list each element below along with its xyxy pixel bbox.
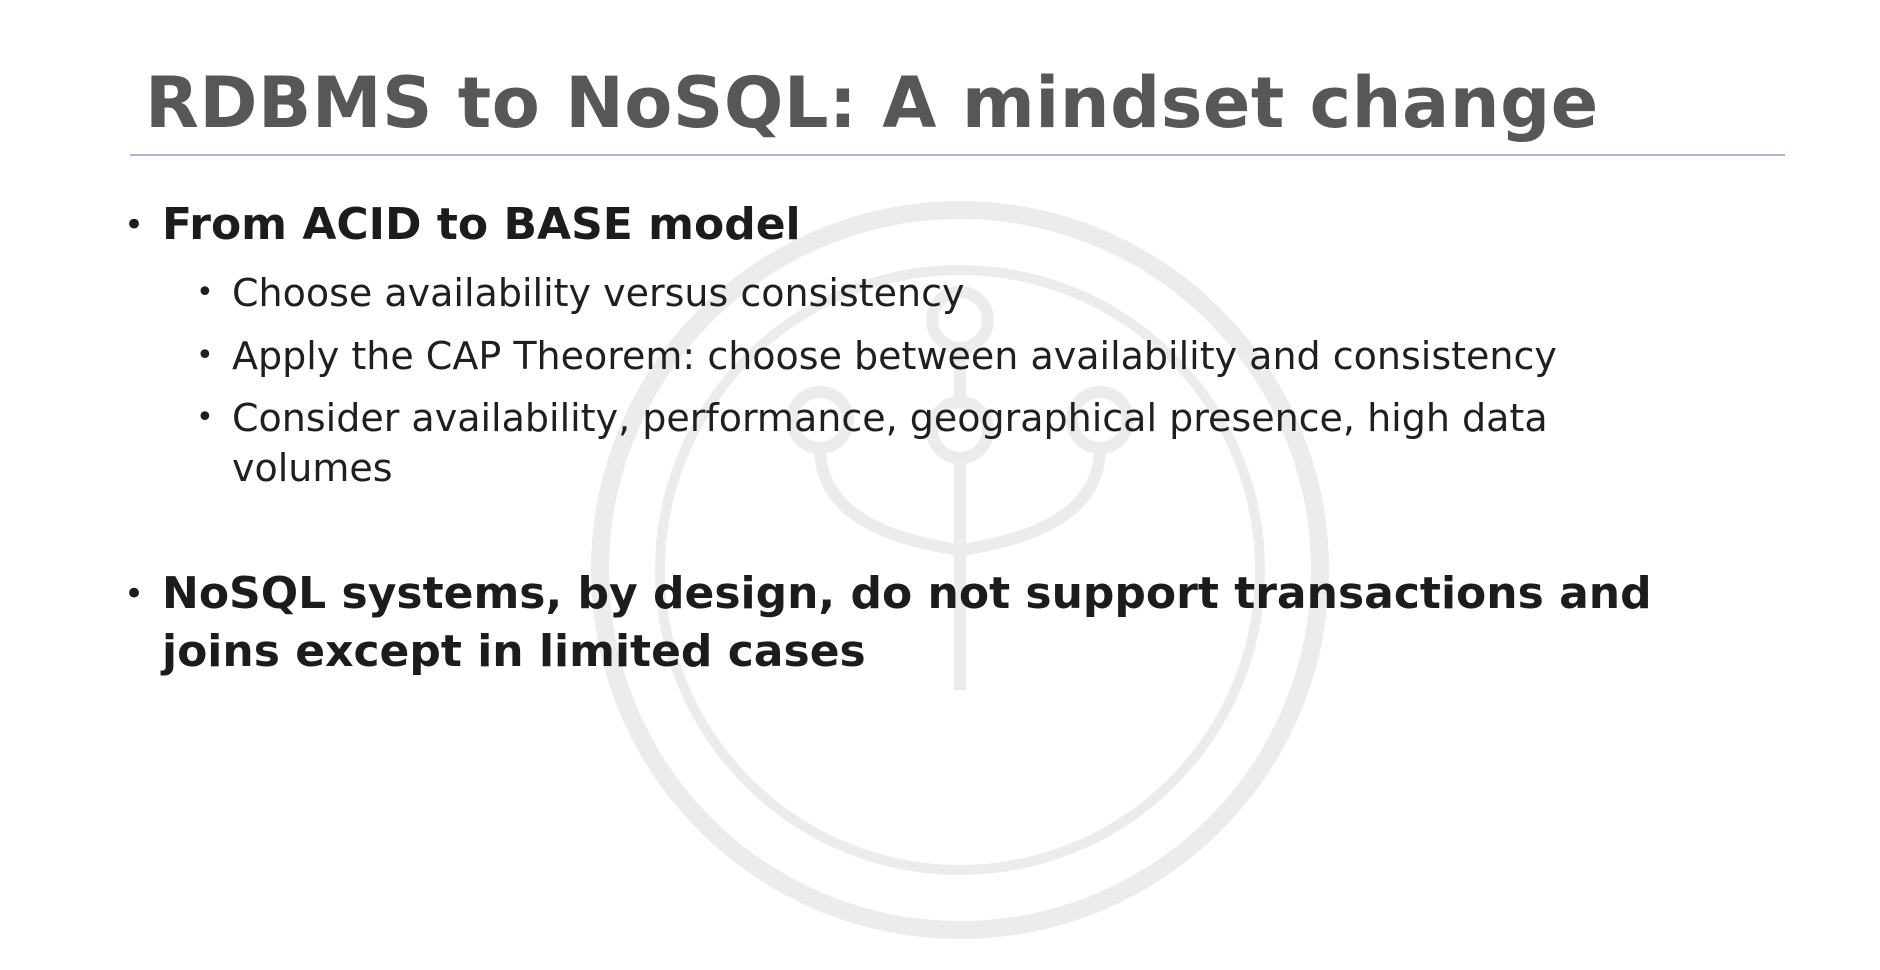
bullet-glyph: • — [196, 275, 214, 310]
sub-bullet-item-2: • Apply the CAP Theorem: choose between … — [196, 331, 1557, 381]
slide-title: RDBMS to NoSQL: A mindset change — [145, 62, 1599, 144]
bullet-glyph: • — [124, 574, 145, 614]
bullet-text: From ACID to BASE model — [162, 199, 801, 250]
bullet-item-2: • NoSQL systems, by design, do not suppo… — [124, 565, 1744, 681]
bullet-glyph: • — [196, 338, 214, 373]
title-divider — [130, 154, 1785, 156]
sub-bullet-text: Choose availability versus consistency — [232, 271, 965, 315]
sub-bullet-item-3: • Consider availability, performance, ge… — [196, 393, 1716, 493]
bullet-text: NoSQL systems, by design, do not support… — [162, 568, 1652, 677]
sub-bullet-item-1: • Choose availability versus consistency — [196, 268, 964, 318]
sub-bullet-text: Apply the CAP Theorem: choose between av… — [232, 334, 1557, 378]
bullet-glyph: • — [196, 400, 214, 435]
sub-bullet-text: Consider availability, performance, geog… — [232, 396, 1548, 490]
bullet-glyph: • — [124, 205, 145, 245]
bullet-item-1: • From ACID to BASE model — [124, 196, 801, 254]
